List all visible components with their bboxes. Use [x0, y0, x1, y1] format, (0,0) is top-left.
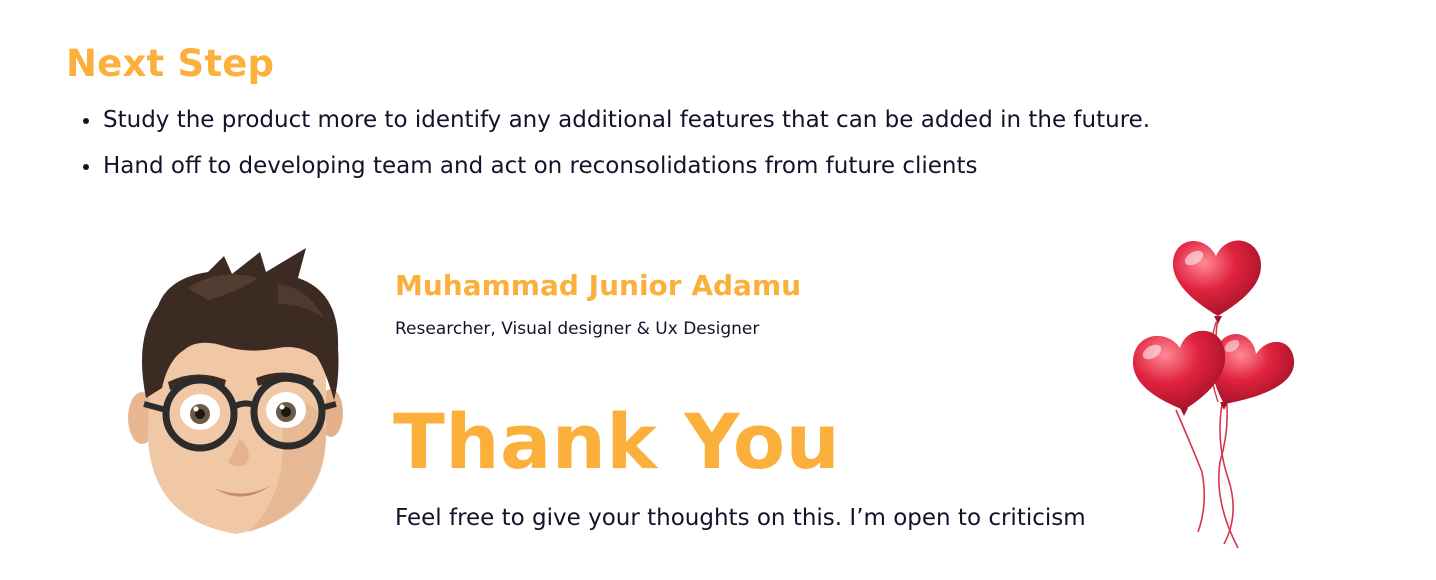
- section-title: Next Step: [66, 42, 275, 85]
- list-item: Hand off to developing team and act on r…: [80, 147, 1150, 193]
- heart-balloons-icon: [1132, 240, 1295, 549]
- avatar: [128, 248, 343, 534]
- feedback-message: Feel free to give your thoughts on this.…: [395, 505, 1086, 531]
- bullet-icon: [83, 118, 89, 124]
- author-role: Researcher, Visual designer & Ux Designe…: [395, 319, 760, 339]
- list-item: Study the product more to identify any a…: [80, 101, 1150, 147]
- list-item-text: Study the product more to identify any a…: [103, 107, 1151, 133]
- list-item-text: Hand off to developing team and act on r…: [103, 153, 978, 179]
- thank-you-heading: Thank You: [393, 397, 841, 486]
- next-step-list: Study the product more to identify any a…: [80, 101, 1150, 193]
- author-name: Muhammad Junior Adamu: [395, 269, 802, 302]
- bullet-icon: [83, 164, 89, 170]
